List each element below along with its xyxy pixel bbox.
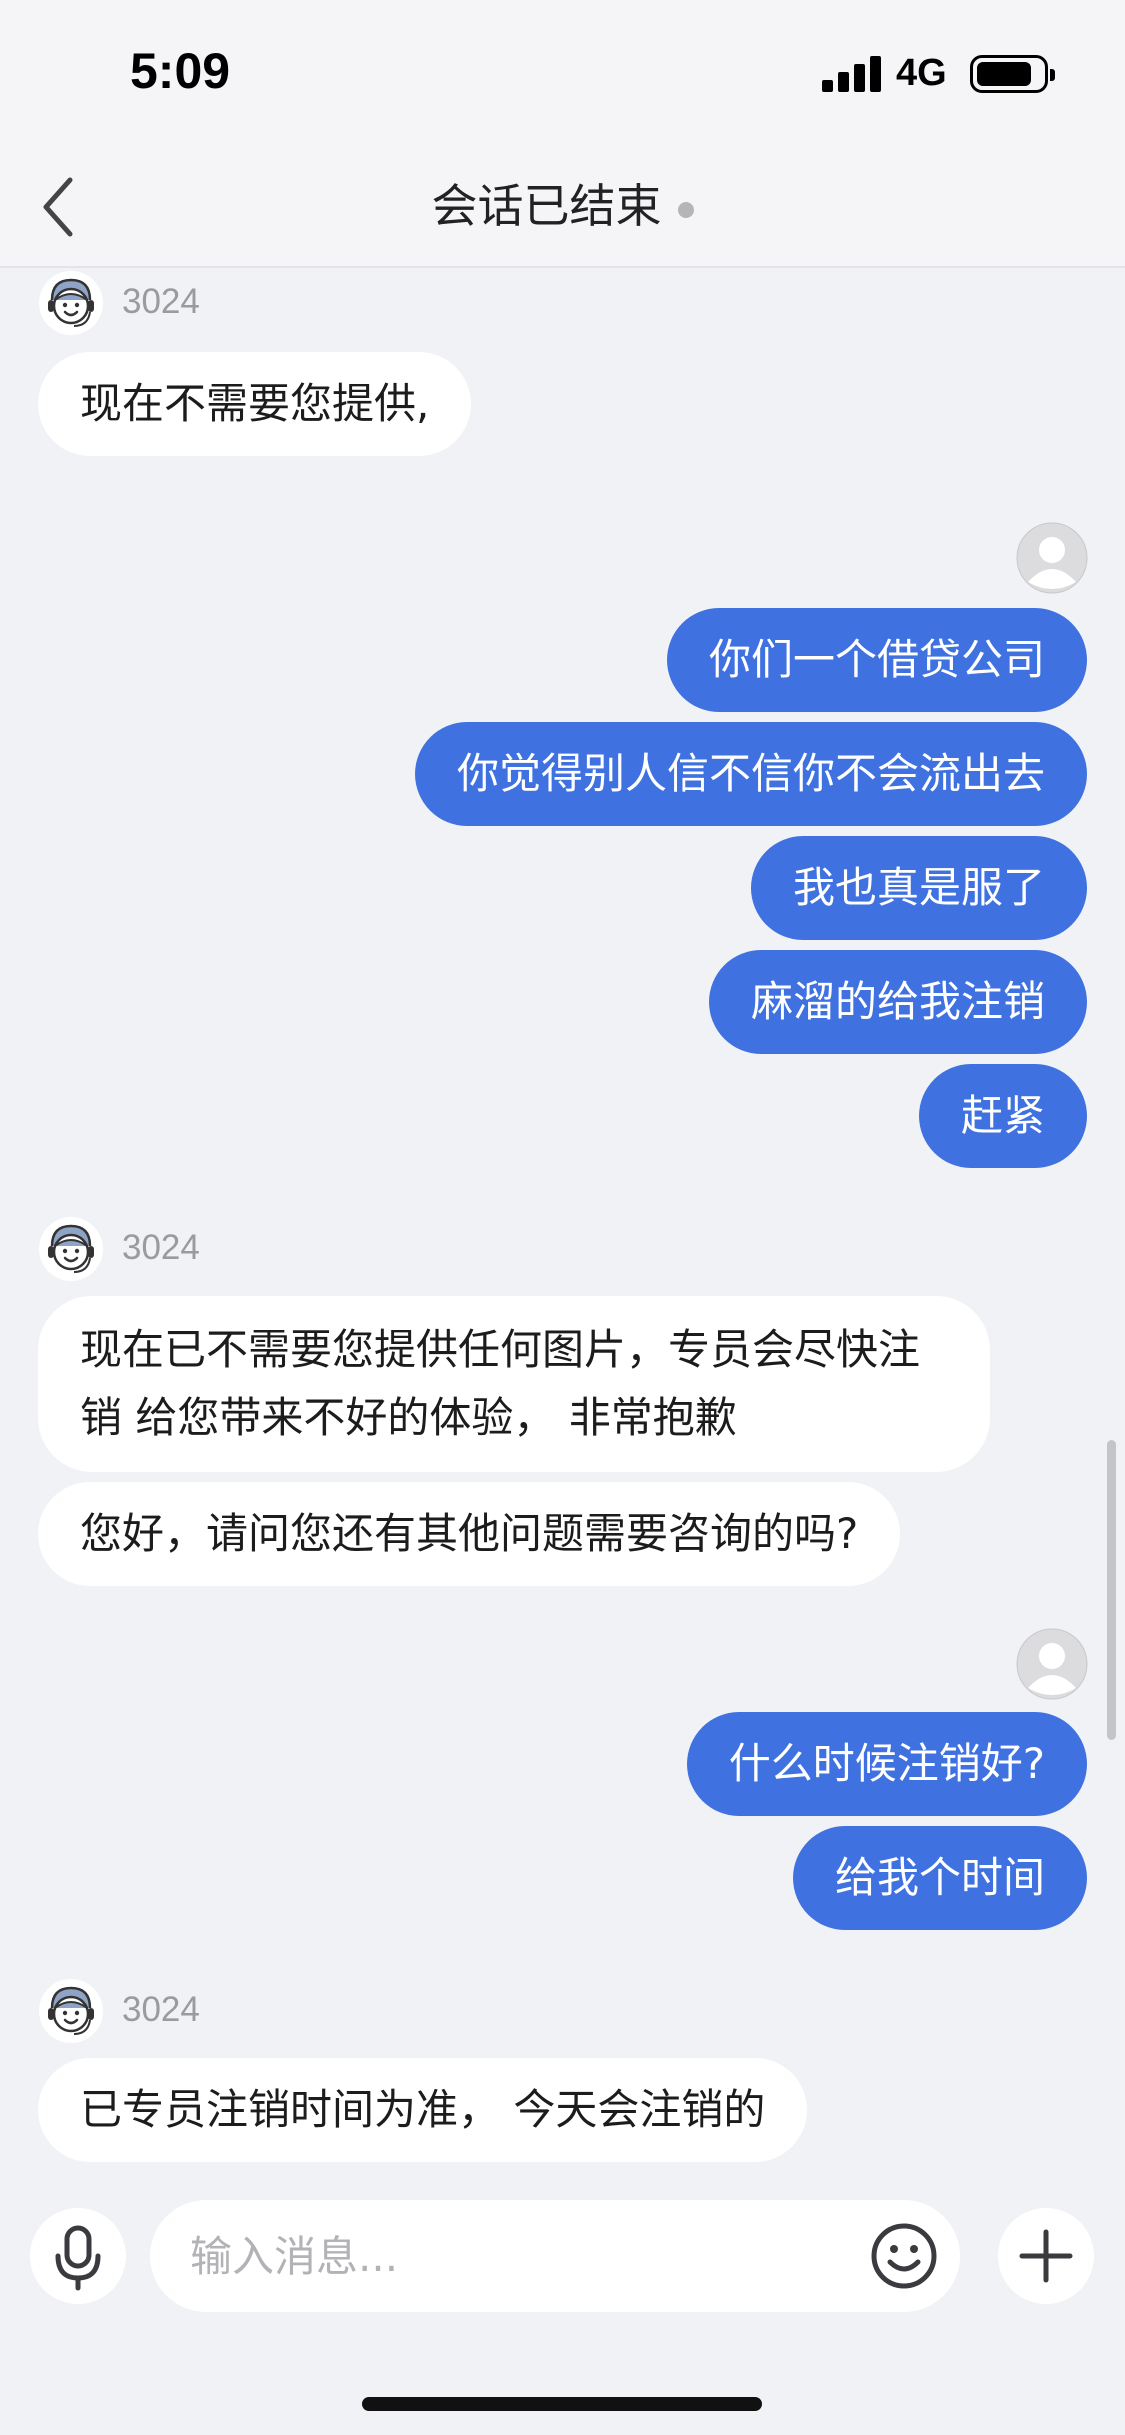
emoji-icon[interactable] — [868, 2220, 940, 2292]
incoming-message: 现在已不需要您提供任何图片，专员会尽快注销 给您带来不好的体验， 非常抱歉 — [38, 1296, 990, 1472]
agent-avatar-icon — [39, 271, 103, 335]
incoming-message: 您好，请问您还有其他问题需要咨询的吗? — [38, 1482, 901, 1586]
outgoing-message: 你觉得别人信不信你不会流出去 — [414, 722, 1087, 826]
outgoing-message: 赶紧 — [918, 1064, 1087, 1168]
session-status-dot — [677, 201, 694, 218]
microphone-icon — [55, 2225, 101, 2291]
chat-area[interactable]: 3024 现在不需要您提供, 你们一个借贷公司 你觉得别人信不信你不会流出去 我… — [0, 268, 1125, 2188]
message-input[interactable] — [150, 2200, 960, 2312]
agent-name: 3024 — [122, 282, 200, 321]
status-bar: 5:09 4G — [0, 0, 1125, 150]
incoming-message: 现在不需要您提供, — [38, 352, 472, 456]
outgoing-message: 什么时候注销好? — [686, 1712, 1087, 1816]
plus-icon — [1019, 2229, 1073, 2283]
voice-input-button[interactable] — [30, 2208, 126, 2304]
agent-avatar-icon — [39, 1217, 103, 1281]
user-avatar-icon — [1016, 1628, 1088, 1700]
status-time: 5:09 — [130, 43, 231, 99]
battery-icon — [970, 55, 1055, 93]
outgoing-message: 你们一个借贷公司 — [666, 608, 1087, 712]
user-avatar-icon — [1016, 522, 1088, 594]
chat-scrollbar[interactable] — [1107, 1440, 1116, 1740]
outgoing-message: 给我个时间 — [792, 1826, 1087, 1930]
agent-avatar-icon — [39, 1979, 103, 2043]
agent-name: 3024 — [122, 1228, 200, 1267]
incoming-message: 已专员注销时间为准， 今天会注销的 — [38, 2058, 808, 2162]
signal-strength-icon — [822, 56, 882, 92]
network-type: 4G — [896, 52, 947, 94]
nav-bar: 会话已结束 — [0, 150, 1125, 268]
nav-title-row: 会话已结束 — [0, 170, 1125, 236]
outgoing-message: 麻溜的给我注销 — [708, 950, 1087, 1054]
more-options-button[interactable] — [998, 2208, 1094, 2304]
input-bar — [0, 2188, 1125, 2328]
home-indicator[interactable] — [362, 2397, 762, 2411]
agent-name: 3024 — [122, 1990, 200, 2029]
page-title: 会话已结束 — [431, 179, 662, 233]
outgoing-message: 我也真是服了 — [750, 836, 1087, 940]
